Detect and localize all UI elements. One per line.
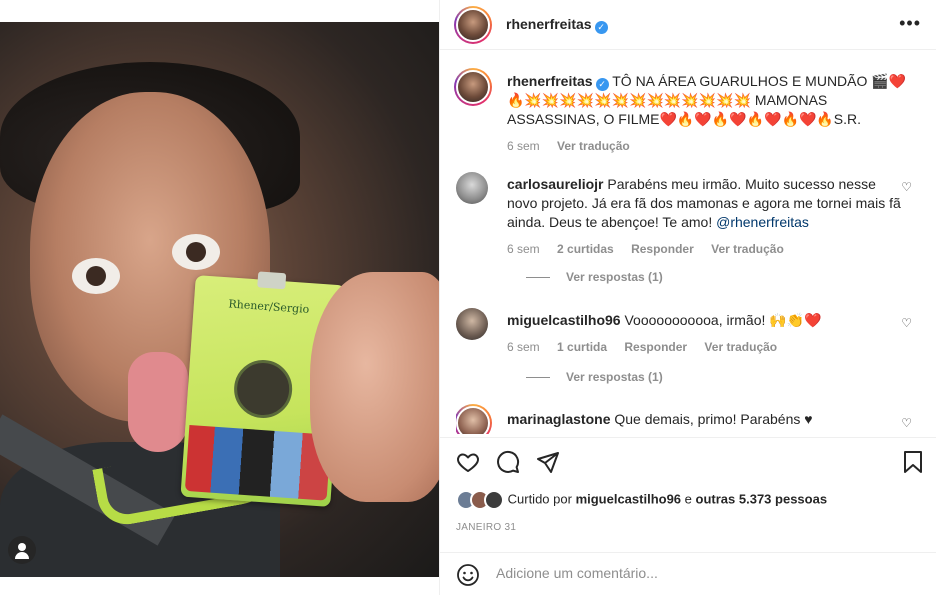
comment-text-block: carlosaureliojr Parabéns meu irmão. Muit… — [507, 175, 902, 259]
author-username[interactable]: rhenerfreitas — [506, 16, 592, 32]
comment-avatar[interactable] — [456, 308, 488, 340]
caption-meta: 6 sem Ver tradução — [507, 137, 907, 156]
comment-text-block: miguelcastilho96 Vooooooooooa, irmão! 🙌👏… — [507, 311, 902, 357]
smiley-icon[interactable] — [456, 563, 480, 587]
liker-avatars — [456, 490, 504, 510]
comment-like-icon[interactable]: ♡ — [901, 316, 912, 330]
badge-portrait — [232, 358, 295, 420]
caption-author-avatar[interactable] — [454, 68, 492, 106]
badge-clip — [257, 271, 287, 290]
likes-prefix: Curtido por — [507, 491, 572, 507]
comment-text-block: marinaglastone Que demais, primo! Parabé… — [507, 410, 902, 429]
comment-meta: 6 sem 2 curtidas Responder Ver tradução — [507, 240, 902, 259]
comment-time: 6 sem — [507, 242, 540, 256]
comment-username[interactable]: carlosaureliojr — [507, 176, 604, 192]
comment-avatar[interactable] — [456, 172, 488, 204]
more-options-icon[interactable]: ••• — [899, 13, 921, 34]
comment-time: 6 sem — [507, 340, 540, 354]
author-avatar[interactable] — [454, 6, 492, 44]
likes-summary: Curtido por miguelcastilho96 e outras 5.… — [456, 490, 827, 510]
likes-others[interactable]: outras 5.373 pessoas — [696, 491, 828, 506]
caption-text-block: rhenerfreitas ✓ TÔ NA ÁREA GUARULHOS E MU… — [507, 72, 907, 156]
likes-user[interactable]: miguelcastilho96 — [576, 491, 681, 506]
post-date[interactable]: JANEIRO 31 — [456, 522, 516, 533]
comment-translate-link[interactable]: Ver tradução — [704, 340, 777, 354]
caption-username[interactable]: rhenerfreitas — [507, 73, 593, 89]
comment-likes-count[interactable]: 2 curtidas — [557, 242, 614, 256]
likes-middle: e — [684, 491, 692, 507]
photo-eye-right — [172, 234, 220, 270]
photo-eye-left — [72, 258, 120, 294]
comment-meta: 6 sem 1 curtida Responder Ver tradução — [507, 338, 902, 357]
photo-hand — [310, 272, 439, 502]
comment-translate-link[interactable]: Ver tradução — [711, 242, 784, 256]
comment-like-icon[interactable]: ♡ — [901, 180, 912, 194]
add-comment-bar — [440, 552, 936, 595]
comment-input[interactable] — [496, 565, 896, 581]
post-photo[interactable]: Rhener/Sergio — [0, 22, 439, 577]
comment-username[interactable]: marinaglastone — [507, 411, 610, 427]
tagged-users-icon[interactable] — [8, 536, 36, 564]
view-replies-button[interactable]: Ver respostas (1) — [526, 370, 663, 384]
comment-item: marinaglastone Que demais, primo! Parabé… — [456, 404, 926, 434]
comment-body: Que demais, primo! Parabéns ♥ — [614, 411, 813, 427]
save-bookmark-icon[interactable] — [902, 450, 924, 474]
comment-reply-button[interactable]: Responder — [631, 242, 694, 256]
comment-body: Vooooooooooa, irmão! 🙌👏❤️ — [624, 312, 822, 328]
comment-likes-count[interactable]: 1 curtida — [557, 340, 607, 354]
verified-badge-icon: ✓ — [594, 21, 608, 34]
comment-avatar[interactable] — [456, 404, 492, 434]
verified-badge-icon: ✓ — [595, 78, 609, 91]
post-action-bar — [440, 437, 936, 483]
comment-mention[interactable]: @rhenerfreitas — [716, 214, 809, 230]
share-paper-plane-icon[interactable] — [536, 450, 560, 474]
caption-translate-link[interactable]: Ver tradução — [557, 139, 630, 153]
comment-username[interactable]: miguelcastilho96 — [507, 312, 621, 328]
like-heart-icon[interactable] — [456, 450, 480, 474]
caption-time: 6 sem — [507, 139, 540, 153]
post-header: rhenerfreitas ✓ ••• — [440, 0, 936, 50]
photo-tongue — [128, 352, 188, 452]
post-media-panel: Rhener/Sergio — [0, 0, 439, 595]
comment-bubble-icon[interactable] — [496, 450, 520, 474]
view-replies-button[interactable]: Ver respostas (1) — [526, 270, 663, 284]
comment-like-icon[interactable]: ♡ — [901, 416, 912, 430]
badge-band-image — [184, 424, 332, 501]
post-details-panel: rhenerfreitas ✓ ••• rhenerfreitas ✓ TÔ NA … — [439, 0, 936, 595]
comment-reply-button[interactable]: Responder — [624, 340, 687, 354]
